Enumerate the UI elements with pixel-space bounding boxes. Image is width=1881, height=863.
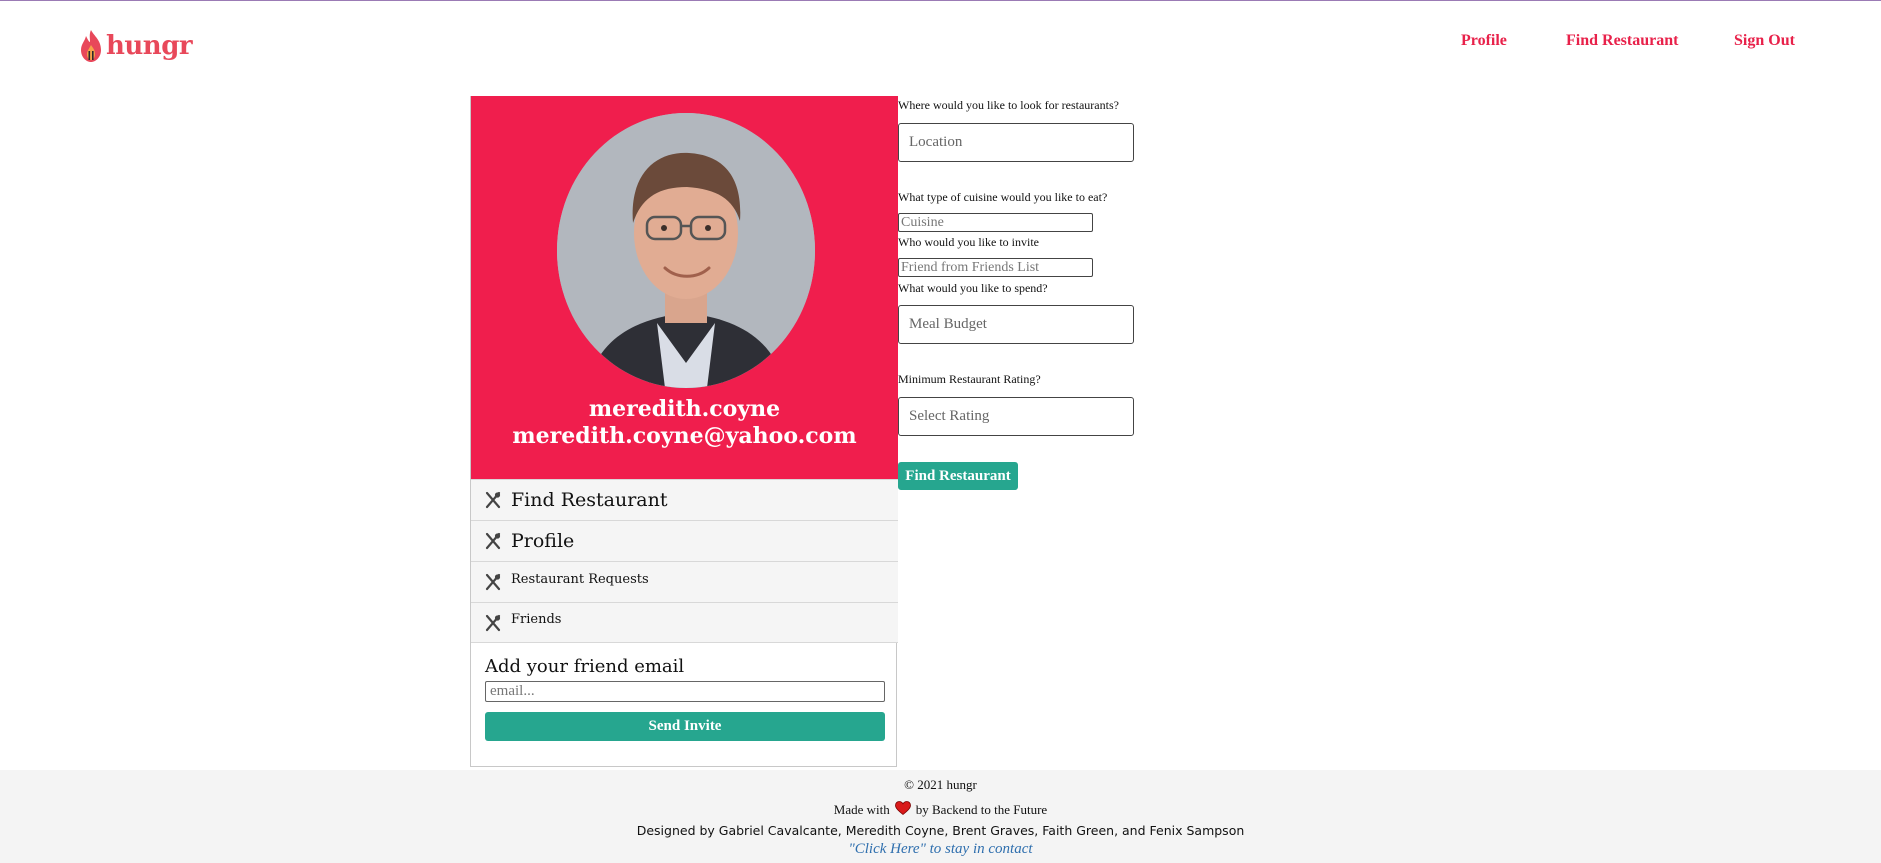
budget-label: What would you like to spend? [898, 281, 1048, 295]
logo-text: hungr [106, 31, 193, 61]
sidebar-item-label: Profile [511, 530, 575, 552]
profile-email: meredith.coyne@yahoo.com [512, 423, 857, 449]
cuisine-label: What type of cuisine would you like to e… [898, 190, 1108, 204]
invite-email-input[interactable] [485, 681, 885, 702]
nav-find-restaurant-link[interactable]: Find Restaurant [1566, 32, 1678, 50]
cuisine-input[interactable] [898, 213, 1093, 232]
sidebar-item-label: Find Restaurant [511, 489, 668, 511]
profile-username: meredith.coyne [588, 396, 781, 422]
rating-input[interactable] [898, 397, 1134, 436]
invite-title: Add your friend email [485, 656, 685, 677]
find-restaurant-button[interactable]: Find Restaurant [898, 462, 1018, 490]
sidebar-item-label: Restaurant Requests [511, 571, 649, 587]
fork-knife-icon [483, 490, 503, 510]
sidebar-item-find-restaurant[interactable]: Find Restaurant [471, 479, 898, 520]
budget-input[interactable] [898, 305, 1134, 344]
made-with-by-text: by Backend to the Future [915, 802, 1048, 817]
footer-made-with: Made with by Backend to the Future [0, 801, 1881, 819]
fork-knife-icon [483, 531, 503, 551]
footer-copyright: © 2021 hungr [904, 777, 977, 792]
heart-icon [894, 801, 911, 819]
nav-profile-link[interactable]: Profile [1461, 32, 1507, 50]
fork-knife-icon [483, 572, 503, 592]
nav-sign-out-link[interactable]: Sign Out [1734, 32, 1795, 50]
send-invite-button[interactable]: Send Invite [485, 712, 885, 741]
friend-label: Who would you like to invite [898, 235, 1039, 249]
sidebar-item-restaurant-requests[interactable]: Restaurant Requests [471, 561, 898, 602]
footer: © 2021 hungr Made with by Backend to the… [0, 770, 1881, 863]
flame-logo-icon [81, 30, 101, 62]
avatar-portrait-image [557, 113, 815, 388]
friend-input[interactable] [898, 258, 1093, 277]
hungr-logo[interactable]: hungr [78, 26, 193, 66]
rating-label: Minimum Restaurant Rating? [898, 372, 1041, 386]
location-label: Where would you like to look for restaur… [898, 98, 1119, 112]
footer-designed-by: Designed by Gabriel Cavalcante, Meredith… [636, 823, 1245, 838]
sidebar-item-label: Friends [511, 612, 562, 627]
avatar [557, 113, 815, 388]
profile-banner: meredith.coyne meredith.coyne@yahoo.com [471, 96, 898, 479]
top-accent-line [0, 0, 1881, 1]
fork-knife-icon [483, 613, 503, 633]
footer-contact-link[interactable]: "Click Here" to stay in contact [0, 841, 1881, 858]
profile-card: meredith.coyne meredith.coyne@yahoo.com … [470, 96, 898, 767]
sidebar-item-profile[interactable]: Profile [471, 520, 898, 561]
made-with-text: Made with [833, 802, 890, 817]
sidebar-item-friends[interactable]: Friends [471, 602, 898, 643]
location-input[interactable] [898, 123, 1134, 162]
